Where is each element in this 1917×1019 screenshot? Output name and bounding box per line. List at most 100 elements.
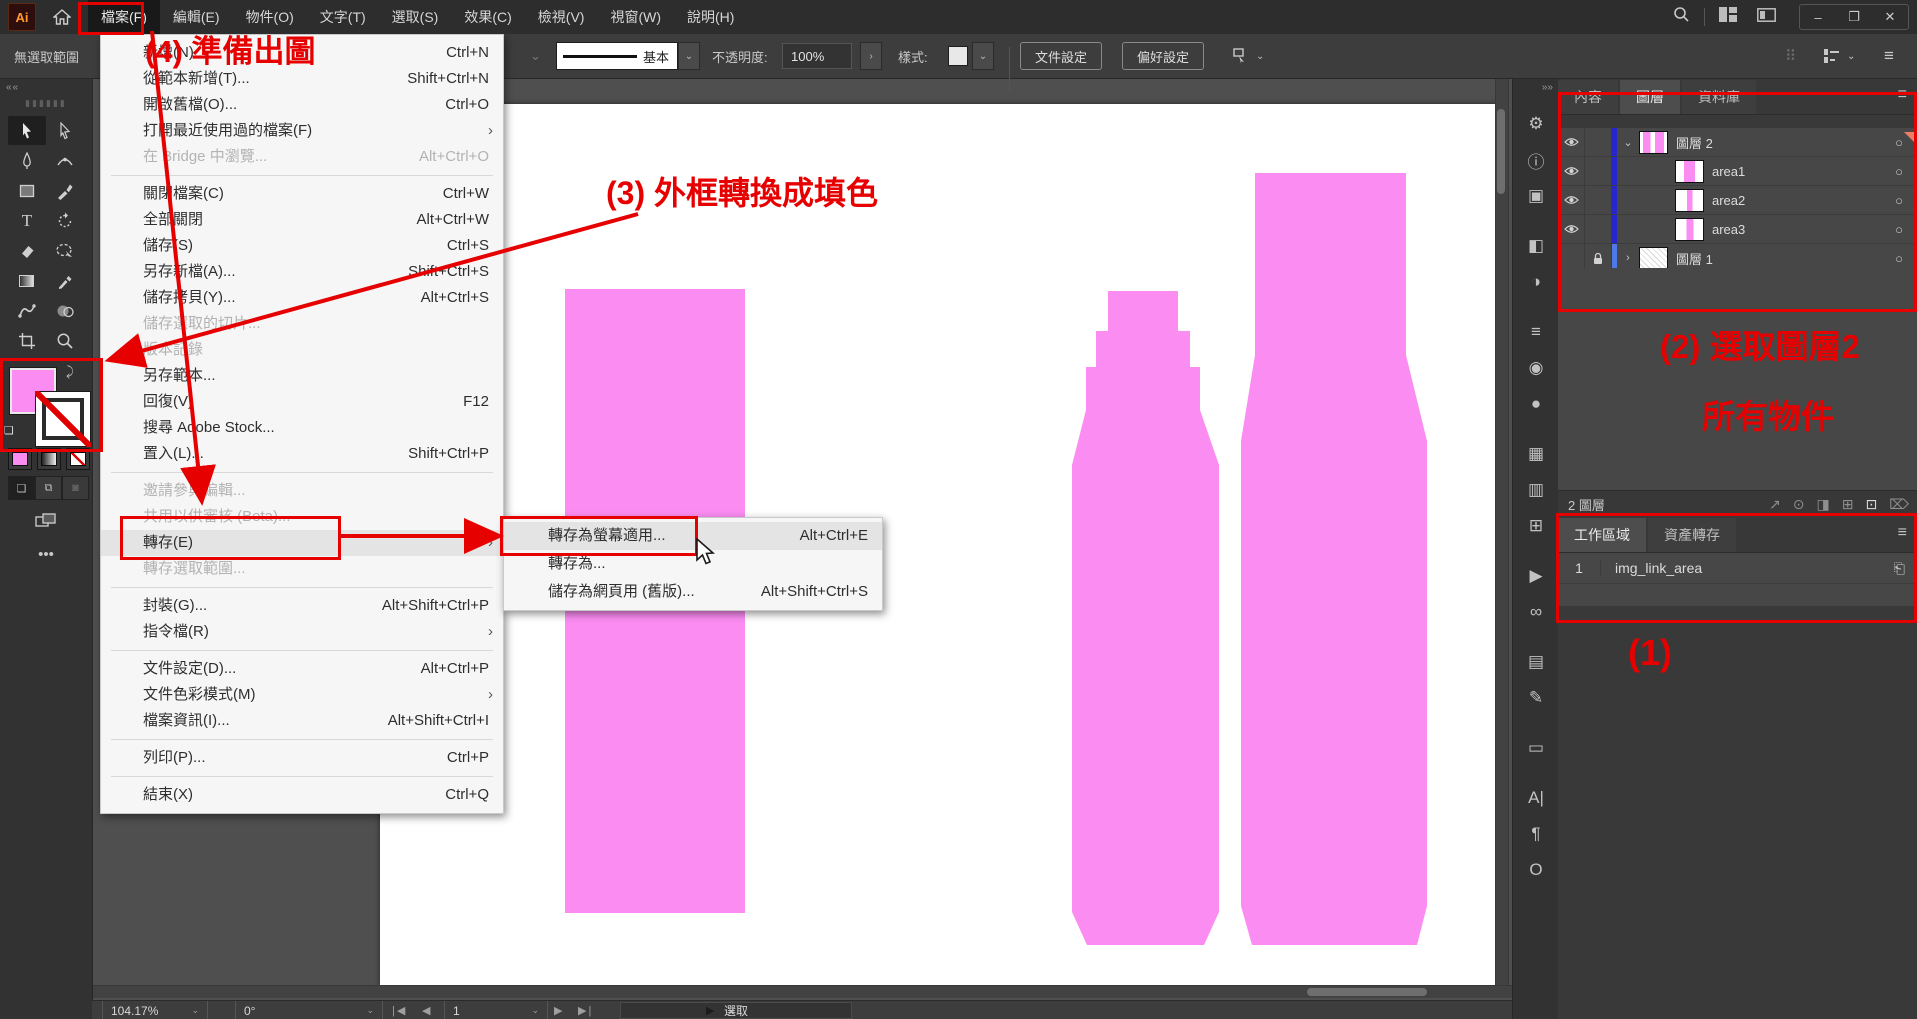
pen-tool[interactable] (8, 146, 46, 175)
artwork-bottle-small[interactable] (1072, 291, 1219, 945)
menu-item[interactable]: 列印(P)... Ctrl+P (101, 745, 503, 771)
gradient-icon[interactable]: ◑ (1513, 264, 1559, 300)
paintbrush-tool[interactable] (46, 176, 84, 205)
gradient-button[interactable] (37, 448, 61, 470)
target-circle-icon[interactable]: ○ (1895, 222, 1903, 237)
artboard-name[interactable]: img_link_area (1615, 560, 1702, 576)
layer-row[interactable]: area1 ○ (1558, 157, 1917, 186)
menu-item[interactable]: 回復(V) F12 (101, 389, 503, 415)
zoom-level-dropdown[interactable]: 104.17% ⌄ (102, 1001, 208, 1019)
layer-name[interactable]: area2 (1712, 193, 1745, 208)
artboard-row[interactable]: 1 img_link_area ⎗ (1558, 553, 1917, 584)
visibility-toggle[interactable] (1558, 157, 1585, 185)
submenu-item[interactable]: 儲存為網頁用 (舊版)... Alt+Shift+Ctrl+S (504, 578, 882, 606)
selection-tool[interactable] (8, 116, 46, 145)
color-icon[interactable]: ◧ (1513, 228, 1559, 264)
none-button[interactable] (66, 448, 90, 470)
links-icon[interactable]: ∞ (1513, 594, 1559, 630)
expand-panels-icon[interactable]: »» (1542, 82, 1553, 93)
artboard-page-icon[interactable]: ⎗ (1894, 560, 1905, 577)
menu-item[interactable]: 轉存選取範圍... (101, 556, 503, 582)
stroke-style-control[interactable]: 基本 ⌄ (556, 34, 700, 78)
draw-normal-button[interactable]: ❏ (8, 476, 35, 500)
panel-tab[interactable]: 圖層 (1620, 80, 1680, 114)
horizontal-scrollbar-thumb[interactable] (1307, 988, 1427, 996)
layer-row[interactable]: ⌄ 圖層 2 ○ (1558, 128, 1917, 157)
rotation-dropdown[interactable]: 0° ⌄ (235, 1001, 383, 1019)
delete-layer-icon[interactable]: ⌦ (1889, 496, 1909, 513)
eraser-tool[interactable] (8, 236, 46, 265)
appearance-icon[interactable]: ◉ (1513, 350, 1559, 386)
menubar-item[interactable]: 編輯(E) (160, 0, 233, 34)
menu-item[interactable]: 指令檔(R) (101, 619, 503, 645)
panel-tab[interactable]: 內容 (1558, 80, 1618, 114)
clipping-mask-icon[interactable]: ◨ (1817, 496, 1830, 513)
panel-tab[interactable]: 資料庫 (1682, 80, 1756, 114)
layer-name[interactable]: area3 (1712, 222, 1745, 237)
direct-selection-tool[interactable] (46, 116, 84, 145)
visibility-toggle[interactable] (1558, 186, 1585, 214)
menubar-item[interactable]: 檢視(V) (525, 0, 598, 34)
illustrator-app-icon[interactable]: Ai (8, 3, 36, 31)
menu-item[interactable]: 邀請參與編輯... (101, 478, 503, 504)
first-artboard-button[interactable]: |◀ (392, 1001, 407, 1019)
horizontal-scrollbar[interactable] (92, 985, 1512, 998)
menu-item[interactable]: 儲存(S) Ctrl+S (101, 233, 503, 259)
layer-name[interactable]: 圖層 1 (1676, 249, 1713, 268)
layer-thumbnail[interactable] (1675, 160, 1704, 183)
paragraph-icon[interactable]: ¶ (1513, 816, 1559, 852)
expand-chevron-icon[interactable]: ⌄ (1617, 136, 1639, 149)
artboard-number-dropdown[interactable]: 1 ⌄ (444, 1001, 548, 1019)
layer-thumbnail[interactable] (1639, 131, 1668, 154)
opacity-expand-icon[interactable]: › (860, 42, 882, 70)
layer-thumbnail[interactable] (1675, 218, 1704, 241)
status-play-icon[interactable]: ▶ (706, 1001, 714, 1019)
draw-inside-button[interactable]: ◙ (62, 476, 89, 500)
asset-export-icon[interactable]: ▤ (1513, 644, 1559, 680)
actions-icon[interactable]: ▶ (1513, 558, 1559, 594)
style-control[interactable]: ⌄ (948, 34, 994, 78)
lock-toggle[interactable] (1585, 157, 1612, 185)
artwork-bottle-large[interactable] (1241, 173, 1427, 945)
stroke-icon[interactable]: ≡ (1513, 314, 1559, 350)
properties-icon[interactable]: ⚙ (1513, 106, 1559, 142)
home-icon[interactable] (52, 7, 72, 27)
menubar-item[interactable]: 視窗(W) (597, 0, 674, 34)
close-button[interactable]: ✕ (1872, 9, 1908, 25)
curvature-tool[interactable] (46, 146, 84, 175)
previous-artboard-button[interactable]: ◀ (422, 1001, 432, 1019)
3d-materials-icon[interactable]: ● (1513, 386, 1559, 422)
color-button[interactable] (8, 448, 32, 470)
screen-mode-button[interactable] (26, 508, 66, 534)
appearance-edit-icon[interactable]: ✎ (1513, 680, 1559, 716)
menu-item[interactable]: 文件設定(D)... Alt+Ctrl+P (101, 656, 503, 682)
locate-object-icon[interactable]: ↗ (1769, 496, 1781, 513)
menubar-item[interactable]: 物件(O) (233, 0, 307, 34)
panel-grip[interactable]: ▮▮▮▮▮▮ (0, 98, 92, 109)
layer-name[interactable]: 圖層 2 (1676, 133, 1713, 152)
menu-item[interactable]: 封裝(G)... Alt+Shift+Ctrl+P (101, 593, 503, 619)
collapse-panel-icon[interactable]: «« (6, 82, 19, 93)
lock-toggle[interactable] (1585, 186, 1612, 214)
menu-item[interactable]: 關閉檔案(C) Ctrl+W (101, 181, 503, 207)
align-options-control[interactable]: ⌄ (1822, 34, 1855, 78)
rotate-tool[interactable] (46, 206, 84, 235)
layer-name[interactable]: area1 (1712, 164, 1745, 179)
character-icon[interactable]: A| (1513, 780, 1559, 816)
variables-icon[interactable]: ▥ (1513, 472, 1559, 508)
menu-item[interactable]: 另存新檔(A)... Shift+Ctrl+S (101, 259, 503, 285)
last-artboard-button[interactable]: ▶| (578, 1001, 593, 1019)
align-artboard-control[interactable]: ⌄ (1230, 34, 1264, 78)
submenu-item[interactable]: 轉存為螢幕適用... Alt+Ctrl+E (504, 522, 882, 550)
next-artboard-button[interactable]: ▶ (554, 1001, 564, 1019)
visibility-toggle[interactable] (1558, 128, 1585, 156)
submenu-item[interactable]: 轉存為... (504, 550, 882, 578)
layer-thumbnail[interactable] (1675, 189, 1704, 212)
draw-behind-button[interactable]: ⧉ (35, 476, 62, 500)
gradient-tool[interactable] (8, 266, 46, 295)
vertical-scrollbar[interactable] (1495, 78, 1509, 988)
opacity-input[interactable]: 100% (782, 43, 852, 69)
edit-toolbar-icon[interactable]: ••• (0, 546, 92, 563)
layer-thumbnail[interactable] (1639, 247, 1668, 270)
document-setup-button[interactable]: 文件設定 (1020, 42, 1102, 70)
